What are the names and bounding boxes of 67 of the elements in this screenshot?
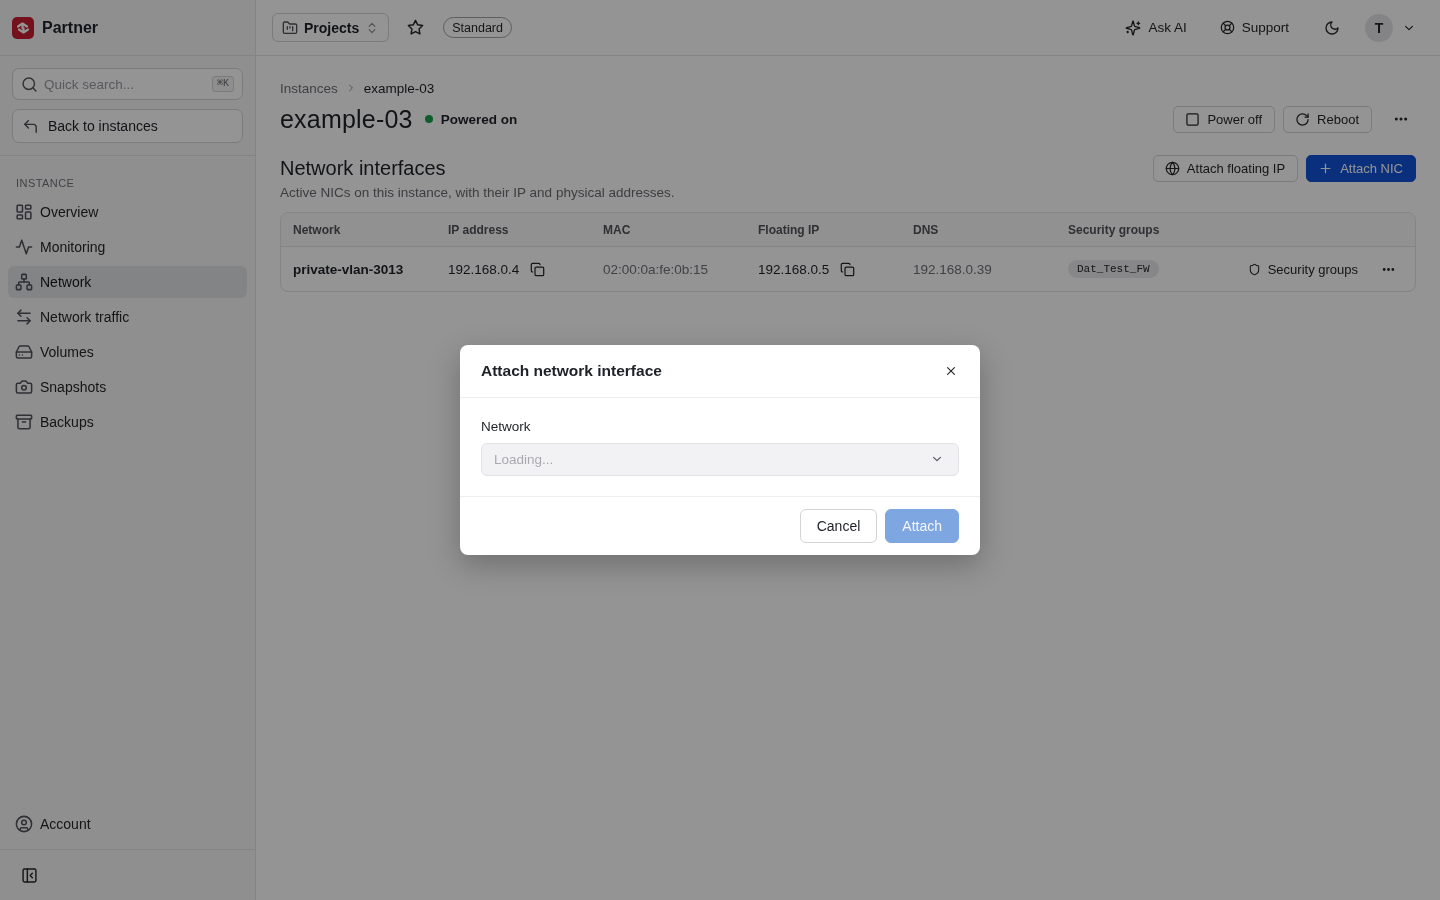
search-icon	[22, 77, 37, 92]
copy-icon[interactable]	[531, 262, 545, 276]
sparkles-icon	[1126, 20, 1141, 35]
column-header: DNS	[913, 222, 940, 237]
refresh-icon	[1296, 112, 1310, 126]
arrows-icon	[16, 309, 32, 325]
shortcut-hint: ⌘K	[211, 76, 234, 92]
instance-title: example-03	[280, 104, 413, 134]
status-text: Powered on	[440, 111, 518, 127]
section-description: Active NICs on this instance, with their IP and physical addresses.	[280, 184, 676, 202]
column-header: Floating IP	[758, 222, 821, 237]
column-header: Security groups	[1068, 222, 1161, 237]
table-cell: 192.168.0.4	[448, 261, 520, 277]
brand-name: Partner	[42, 18, 99, 37]
drive-icon	[16, 344, 32, 360]
logo-icon	[12, 16, 34, 39]
user-circle-icon	[16, 816, 32, 832]
back-button[interactable]: Back to instances	[12, 109, 243, 143]
star-icon[interactable]	[408, 20, 424, 35]
archive-icon	[16, 414, 32, 430]
field-label: Network	[481, 418, 531, 436]
sidebar-item[interactable]: Overview	[8, 196, 247, 228]
sidebar-item[interactable]: Network	[8, 266, 247, 298]
column-header: Network	[293, 222, 342, 237]
breadcrumb[interactable]: Instances	[280, 80, 338, 96]
power-off-button[interactable]: Power off	[1173, 105, 1276, 133]
attach-floating-ip-button[interactable]: Attach floating IP	[1152, 154, 1299, 182]
security-group-tag: Dat_Test_FW	[1068, 260, 1159, 278]
security-groups-button[interactable]: Security groups	[1248, 261, 1358, 277]
sidebar-item[interactable]: Backups	[8, 406, 247, 438]
cancel-button[interactable]: Cancel	[799, 509, 878, 543]
support-button[interactable]: Support	[1214, 14, 1295, 41]
collapse-sidebar-icon[interactable]	[22, 867, 37, 883]
plus-icon	[1319, 161, 1333, 175]
avatar[interactable]: T	[1365, 13, 1393, 42]
reboot-button[interactable]: Reboot	[1283, 105, 1372, 133]
column-header: IP address	[448, 222, 510, 237]
close-icon[interactable]	[945, 365, 957, 377]
section-label: INSTANCE	[15, 176, 76, 190]
return-arrow-icon	[23, 118, 38, 134]
moon-icon[interactable]	[1325, 20, 1339, 35]
pulse-icon	[16, 239, 32, 255]
globe-icon	[1165, 161, 1179, 175]
breadcrumb: example-03	[363, 80, 435, 96]
dialog-title: Attach network interface	[481, 362, 662, 380]
sidebar-item[interactable]: Volumes	[8, 336, 247, 368]
section-title: Network interfaces	[280, 156, 446, 180]
table-cell-text: 02:00:0a:fe:0b:15	[603, 261, 710, 277]
attach-nic-button[interactable]: Attach NIC	[1306, 154, 1416, 182]
square-icon	[1186, 112, 1200, 126]
account-item[interactable]: Account	[8, 808, 247, 840]
camera-icon	[16, 379, 32, 395]
copy-icon[interactable]	[841, 262, 855, 276]
folder-icon	[283, 20, 297, 35]
sidebar-item[interactable]: Monitoring	[8, 231, 247, 263]
table-cell-text: 192.168.0.39	[913, 261, 993, 277]
table-cell-text: private-vlan-3013	[293, 261, 405, 277]
table-cell: 192.168.0.5	[758, 261, 830, 277]
network-icon	[16, 274, 32, 290]
lifebuoy-icon	[1220, 21, 1234, 34]
grid-icon	[16, 204, 32, 220]
column-header: MAC	[603, 222, 632, 237]
ask-ai-button[interactable]: Ask AI	[1120, 14, 1193, 41]
sidebar-item[interactable]: Snapshots	[8, 371, 247, 403]
project-selector[interactable]: Projects	[272, 13, 390, 42]
shield-icon	[1248, 263, 1260, 275]
sidebar-item[interactable]: Network traffic	[8, 301, 247, 333]
